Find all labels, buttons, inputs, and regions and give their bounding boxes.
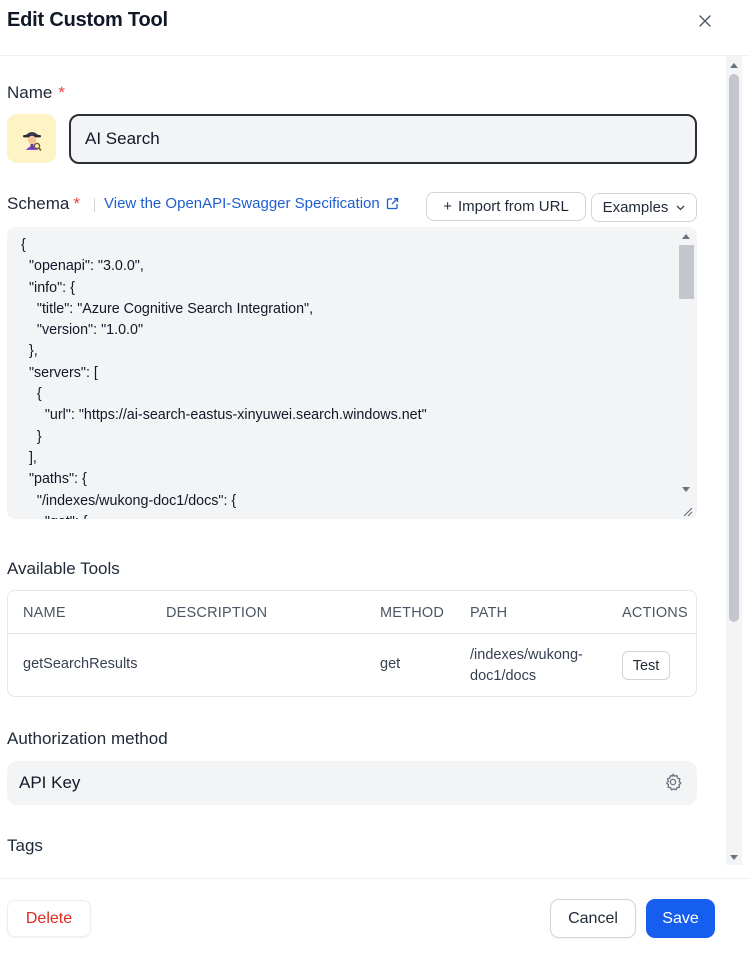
code-line: "version": "1.0.0" — [21, 322, 144, 339]
schema-header-row: Schema * View the OpenAPI-Swagger Specifi… — [7, 192, 697, 222]
authorization-method-value: API Key — [19, 773, 81, 792]
code-line: "info": { — [21, 279, 75, 296]
import-button-label: Import from URL — [457, 198, 569, 215]
authorization-method-label: Authorization method — [7, 729, 168, 748]
dialog-scrollbar[interactable] — [726, 56, 742, 865]
code-line: "url": "https://ai-search-eastus-xinyuwe… — [21, 407, 427, 424]
code-line: "/indexes/wukong-doc1/docs": { — [21, 492, 237, 509]
tool-path-line: /indexes/wukong- — [470, 647, 583, 663]
available-tools-table: NAME DESCRIPTION METHOD PATH ACTIONS get… — [7, 590, 697, 697]
tool-name-input[interactable]: AI Search — [69, 114, 697, 164]
code-line: ], — [21, 449, 37, 466]
schema-editor-scrollbar[interactable] — [678, 231, 694, 509]
chevron-down-icon — [676, 205, 685, 210]
required-mark: * — [58, 83, 65, 102]
name-label: Name * — [7, 83, 65, 102]
dialog-header: Edit Custom Tool — [0, 0, 750, 56]
scroll-up-arrow-icon[interactable] — [682, 234, 690, 239]
tool-path-line: doc1/docs — [470, 668, 537, 684]
schema-label: Schema * — [7, 194, 80, 213]
table-divider — [8, 633, 696, 634]
dialog-title: Edit Custom Tool — [7, 9, 168, 31]
column-header-description: DESCRIPTION — [166, 605, 268, 621]
code-line: { — [21, 386, 42, 403]
code-line: } — [21, 428, 42, 445]
code-line: "get": { — [21, 512, 671, 519]
close-icon — [699, 15, 711, 27]
column-header-actions: ACTIONS — [622, 605, 688, 621]
tool-method-cell: get — [380, 656, 401, 672]
tags-label: Tags — [7, 836, 43, 855]
scroll-down-arrow-icon[interactable] — [730, 855, 738, 860]
examples-label: Examples — [602, 199, 669, 216]
delete-button[interactable]: Delete — [7, 900, 91, 937]
code-line: "title": "Azure Cognitive Search Integra… — [21, 300, 314, 317]
tool-name-cell: getSearchResults — [23, 656, 138, 672]
save-button[interactable]: Save — [646, 899, 715, 938]
resize-grip-icon[interactable] — [681, 505, 693, 517]
tool-icon-picker[interactable] — [7, 114, 56, 163]
column-header-method: METHOD — [380, 605, 445, 621]
scroll-up-arrow-icon[interactable] — [730, 63, 738, 68]
column-header-path: PATH — [470, 605, 508, 621]
schema-required-mark: * — [73, 194, 80, 213]
edit-custom-tool-dialog: Edit Custom Tool Name * AI Search Schema *… — [0, 0, 750, 960]
cancel-button[interactable]: Cancel — [550, 899, 636, 938]
gear-icon[interactable] — [663, 772, 683, 792]
code-line: "paths": { — [21, 471, 87, 488]
schema-divider — [94, 198, 95, 212]
code-line: { — [21, 237, 26, 253]
column-header-name: NAME — [23, 605, 66, 621]
code-line: "openapi": "3.0.0", — [21, 258, 144, 275]
detective-emoji-icon — [22, 131, 42, 151]
openapi-spec-link[interactable]: View the OpenAPI-Swagger Specification — [104, 195, 399, 212]
schema-code-text: { "openapi": "3.0.0", "info": { "title":… — [21, 235, 671, 519]
scrollbar-thumb[interactable] — [729, 74, 739, 622]
spec-link-text: View the OpenAPI-Swagger Specification — [104, 195, 380, 212]
import-from-url-button[interactable]: + Import from URL — [426, 192, 586, 221]
scroll-down-arrow-icon[interactable] — [682, 487, 690, 492]
code-line: }, — [21, 343, 38, 360]
examples-dropdown[interactable]: Examples — [591, 193, 697, 222]
test-button[interactable]: Test — [622, 651, 670, 680]
close-button[interactable] — [692, 8, 718, 34]
schema-editor[interactable]: { "openapi": "3.0.0", "info": { "title":… — [7, 227, 697, 519]
scrollbar-thumb[interactable] — [679, 245, 694, 299]
authorization-method-select[interactable]: API Key — [7, 761, 697, 805]
tool-path-cell: /indexes/wukong- doc1/docs — [470, 645, 610, 687]
plus-icon: + — [443, 198, 452, 215]
dialog-footer: Delete Cancel Save — [0, 878, 750, 960]
external-link-icon — [386, 197, 398, 210]
available-tools-label: Available Tools — [7, 559, 120, 578]
code-line: "servers": [ — [21, 364, 98, 381]
